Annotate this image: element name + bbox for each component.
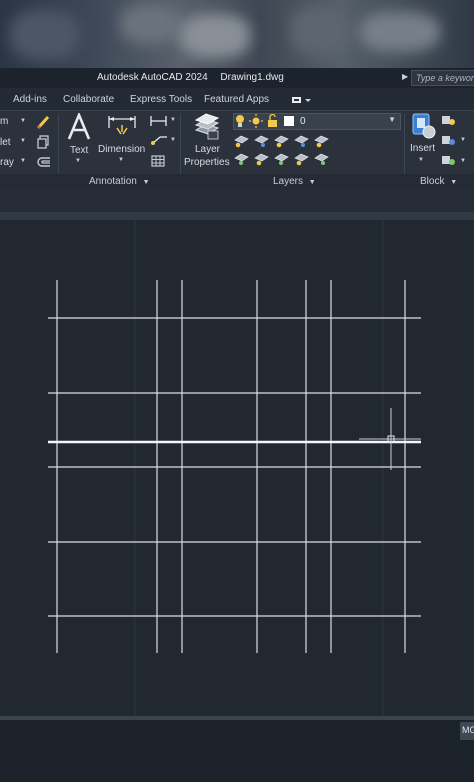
window-title: Autodesk AutoCAD 2024 Drawing1.dwg: [97, 72, 294, 83]
chevron-down-icon[interactable]: ▼: [450, 179, 457, 186]
model-tab[interactable]: MODEL: [460, 722, 474, 740]
color-swatch: [284, 116, 294, 126]
annotation-title-text: Annotation: [89, 176, 137, 187]
chevron-down-icon[interactable]: ▼: [460, 158, 466, 164]
chevron-down-icon[interactable]: ▼: [309, 179, 316, 186]
chevron-down-icon[interactable]: ▼: [460, 137, 466, 143]
layer-properties-label-1[interactable]: Layer: [195, 144, 220, 155]
tab-collaborate[interactable]: Collaborate: [63, 94, 114, 105]
linear-dim-icon[interactable]: [150, 115, 168, 127]
chevron-down-icon[interactable]: ▼: [20, 158, 26, 164]
command-line-area[interactable]: [0, 720, 474, 782]
block-title-text: Block: [420, 176, 445, 187]
chevron-down-icon[interactable]: ▼: [118, 157, 124, 163]
crosshair-cursor: [359, 408, 421, 470]
workspace-toggle-icon[interactable]: [292, 96, 312, 104]
annotation-panel-title[interactable]: Annotation ▼: [89, 176, 150, 187]
offset-icon[interactable]: [36, 155, 52, 169]
pencil-icon[interactable]: [36, 114, 52, 130]
drawing-svg[interactable]: [0, 220, 474, 716]
layer-state-icons: [236, 114, 294, 128]
file-tab-strip: [0, 212, 474, 220]
table-icon[interactable]: [151, 155, 165, 167]
tab-express-tools[interactable]: Express Tools: [130, 94, 192, 105]
app-title: Autodesk AutoCAD 2024: [97, 72, 208, 83]
lock-icon: [268, 114, 277, 127]
layer-tools-icons[interactable]: [233, 132, 329, 170]
chevron-down-icon[interactable]: ▼: [418, 157, 424, 163]
layer-properties-icon[interactable]: [192, 112, 220, 140]
copy-icon[interactable]: [36, 134, 52, 150]
block-panel-title[interactable]: Block ▼: [420, 176, 457, 187]
sun-icon: [249, 114, 263, 128]
panel-title-bar: [0, 174, 474, 190]
current-layer-value: 0: [300, 116, 306, 127]
block-tools-icons[interactable]: [440, 114, 456, 168]
desktop-background: [0, 0, 474, 68]
modify-item-3[interactable]: ray: [0, 157, 14, 168]
layers-title-text: Layers: [273, 176, 304, 187]
search-expand-icon[interactable]: ▶: [402, 72, 408, 81]
chevron-down-icon[interactable]: ▼: [170, 137, 176, 143]
chevron-down-icon[interactable]: ▼: [388, 115, 396, 124]
chevron-down-icon[interactable]: ▼: [20, 138, 26, 144]
modify-item-1[interactable]: m: [0, 116, 8, 127]
dimension-icon[interactable]: [107, 114, 137, 140]
ribbon-tab-row: Add-ins Collaborate Express Tools Featur…: [0, 88, 474, 110]
dimension-button[interactable]: Dimension: [98, 144, 145, 155]
document-title: Drawing1.dwg: [220, 72, 284, 83]
grid-lines: [48, 280, 421, 653]
chevron-down-icon[interactable]: ▼: [143, 179, 150, 186]
modify-item-2[interactable]: let: [0, 137, 11, 148]
insert-block-icon[interactable]: [409, 112, 437, 140]
layers-panel-title[interactable]: Layers ▼: [273, 176, 316, 187]
leader-icon[interactable]: [150, 134, 168, 146]
search-input[interactable]: Type a keyword: [411, 70, 474, 86]
tab-add-ins[interactable]: Add-ins: [13, 94, 47, 105]
ribbon-bottom-area: [0, 190, 474, 212]
text-a-icon[interactable]: [66, 113, 92, 141]
insert-button[interactable]: Insert: [410, 143, 435, 154]
lightbulb-icon: [236, 115, 244, 127]
chevron-down-icon[interactable]: ▼: [170, 117, 176, 123]
text-button[interactable]: Text: [70, 145, 88, 156]
title-bar: Autodesk AutoCAD 2024 Drawing1.dwg ▶ Typ…: [0, 68, 474, 88]
chevron-down-icon[interactable]: ▼: [20, 118, 26, 124]
tab-featured-apps[interactable]: Featured Apps: [204, 94, 269, 105]
drawing-canvas[interactable]: [0, 220, 474, 716]
layer-properties-label-2[interactable]: Properties: [184, 157, 230, 168]
chevron-down-icon[interactable]: ▼: [75, 158, 81, 164]
